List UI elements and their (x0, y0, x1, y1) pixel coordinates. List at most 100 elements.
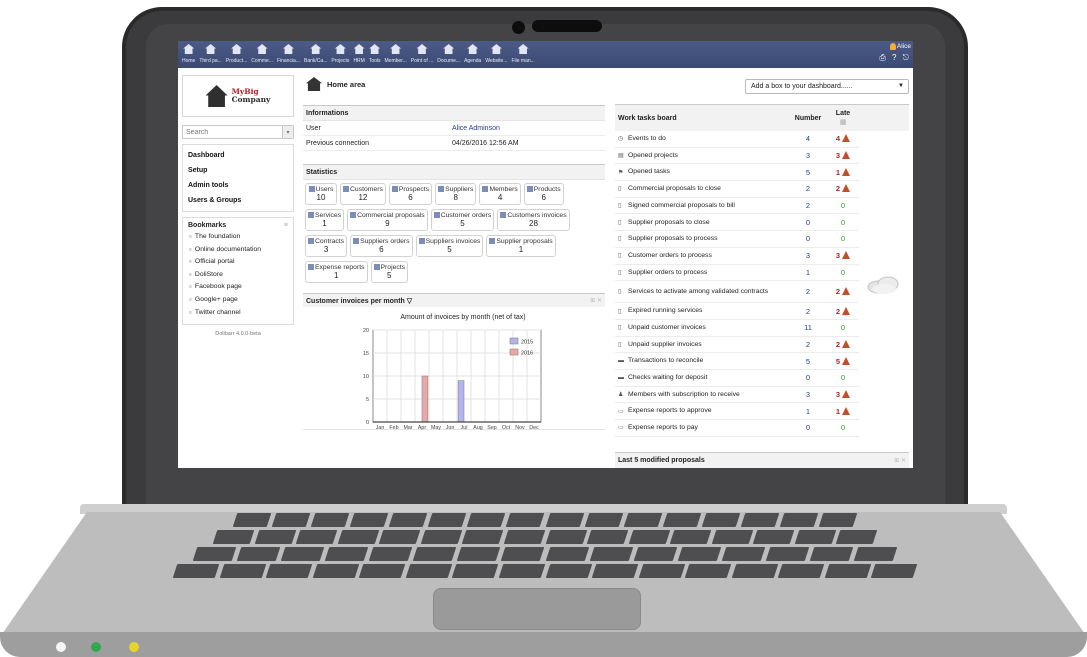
bookmark-item[interactable]: ≡ Online documentation (188, 244, 288, 257)
task-number[interactable]: 5 (788, 168, 828, 177)
work-task-row[interactable]: ▯ Supplier proposals to process 0 0 (615, 231, 859, 248)
company-logo[interactable]: MyBig Company (182, 75, 294, 117)
stat-box[interactable]: Suppliers 8 (435, 183, 477, 205)
menu-item-documents[interactable]: Docume... (435, 41, 462, 68)
home-icon (306, 77, 322, 91)
stat-box[interactable]: Projects 5 (370, 261, 409, 283)
bookmarks-edit-icon[interactable]: ≡ (284, 221, 288, 231)
menu-item-hrm[interactable]: HRM (351, 41, 366, 68)
stat-icon (418, 238, 425, 244)
menu-item-home[interactable]: Home (180, 41, 197, 68)
task-late-value: 0 (840, 201, 846, 211)
stat-box[interactable]: Suppliers orders 6 (350, 235, 413, 257)
work-task-row[interactable]: ▯ Customer orders to process 3 3 (615, 248, 859, 265)
bookmark-item[interactable]: ≡ The foundation (188, 231, 288, 244)
menu-item-financial[interactable]: Financia... (275, 41, 302, 68)
add-box-select[interactable]: Add a box to your dashboard...... ▼ (745, 79, 909, 94)
left-menu-item[interactable]: Setup (188, 163, 288, 178)
stat-box[interactable]: Supplier proposals 1 (486, 235, 556, 257)
bookmark-item[interactable]: ≡ DoliStore (188, 269, 288, 282)
user-tools[interactable]: ⎙ ? ⎋ (879, 53, 911, 63)
stat-box[interactable]: Expense reports 1 (305, 261, 368, 283)
chart-box-title[interactable]: Customer invoices per month ▽ (306, 297, 412, 305)
menu-item-thirdparty[interactable]: Third pa... (197, 41, 224, 68)
work-task-row[interactable]: ▯ Commercial proposals to close 2 2 (615, 181, 859, 198)
stat-label: Prospects (391, 186, 429, 193)
stat-box[interactable]: Customers 12 (340, 183, 386, 205)
menu-item-pos[interactable]: Point of ... (409, 41, 436, 68)
task-number[interactable]: 0 (788, 234, 828, 243)
bookmark-item[interactable]: ≡ Facebook page (188, 281, 288, 294)
task-number[interactable]: 2 (788, 184, 828, 193)
stat-box[interactable]: Products 6 (523, 183, 564, 205)
work-task-row[interactable]: ▯ Services to activate among validated co… (615, 281, 859, 304)
work-task-row[interactable]: ▬ Checks waiting for deposit 0 0 (615, 370, 859, 387)
task-number[interactable]: 2 (788, 340, 828, 349)
menu-item-website[interactable]: Website... (483, 41, 509, 68)
menu-item-tools[interactable]: Tools (367, 41, 383, 68)
info-key: User (306, 124, 321, 132)
stat-box[interactable]: Customer orders 5 (430, 209, 495, 231)
task-number[interactable]: 3 (788, 390, 828, 399)
task-number[interactable]: 11 (788, 323, 828, 332)
task-number[interactable]: 2 (788, 307, 828, 316)
stat-box[interactable]: Commercial proposals 9 (347, 209, 428, 231)
menu-item-bank[interactable]: Bank/Ca... (302, 41, 329, 68)
work-task-row[interactable]: ▯ Unpaid customer invoices 11 0 (615, 320, 859, 337)
webcam (512, 21, 525, 34)
menu-item-projects[interactable]: Projects (329, 41, 351, 68)
user-link[interactable]: Alice Adminson (452, 125, 500, 132)
stat-box[interactable]: Users 10 (305, 183, 337, 205)
search-input[interactable] (182, 125, 283, 139)
stat-value: 9 (385, 219, 390, 228)
task-number[interactable]: 0 (788, 373, 828, 382)
work-task-row[interactable]: ▭ Expense reports to pay 0 0 (615, 420, 859, 437)
menu-item-commercial[interactable]: Comme... (249, 41, 275, 68)
left-menu-item[interactable]: Users & Groups (188, 193, 288, 208)
left-menu-item[interactable]: Dashboard (188, 148, 288, 163)
box-controls[interactable]: ⊞ ✕ (894, 457, 906, 464)
task-number[interactable]: 3 (788, 251, 828, 260)
task-number[interactable]: 0 (788, 218, 828, 227)
bookmark-item[interactable]: ≡ Official portal (188, 256, 288, 269)
user-menu[interactable]: Alice (879, 43, 911, 50)
work-task-row[interactable]: ▯ Unpaid supplier invoices 2 2 (615, 337, 859, 354)
work-task-row[interactable]: ▯ Supplier orders to process 1 0 (615, 265, 859, 282)
task-late-value: 3 (835, 151, 841, 161)
task-number[interactable]: 2 (788, 287, 828, 296)
work-task-row[interactable]: ◷ Events to do 4 4 (615, 131, 859, 148)
work-task-row[interactable]: ▯ Signed commercial proposals to bill 2 0 (615, 198, 859, 215)
task-number[interactable]: 0 (788, 423, 828, 432)
stat-box[interactable]: Customers invoices 28 (497, 209, 570, 231)
menu-item-agenda[interactable]: Agenda (462, 41, 483, 68)
work-task-row[interactable]: ▤ Opened projects 3 3 (615, 148, 859, 165)
work-task-row[interactable]: ▯ Expired running services 2 2 (615, 303, 859, 320)
work-task-row[interactable]: ⚑ Opened tasks 5 1 (615, 164, 859, 182)
task-number[interactable]: 1 (788, 268, 828, 277)
stat-box[interactable]: Services 1 (305, 209, 345, 231)
task-number[interactable]: 2 (788, 201, 828, 210)
bar-2016-Apr (421, 375, 429, 423)
y-tick-label: 15 (363, 351, 369, 357)
left-menu-item[interactable]: Admin tools (188, 178, 288, 193)
laptop-scene: Home Third pa... Product... Comme... Financi… (0, 0, 1087, 657)
bookmark-item[interactable]: ≡ Google+ page (188, 294, 288, 307)
menu-item-members[interactable]: Member... (383, 41, 409, 68)
stat-box[interactable]: Members 4 (479, 183, 521, 205)
stat-box[interactable]: Contracts 3 (305, 235, 348, 257)
work-task-row[interactable]: ▭ Expense reports to approve 1 1 (615, 403, 859, 420)
work-task-row[interactable]: ♟ Members with subscription to receive 3 3 (615, 387, 859, 404)
work-task-row[interactable]: ▬ Transactions to reconcile 5 5 (615, 353, 859, 370)
work-task-row[interactable]: ▯ Supplier proposals to close 0 0 (615, 214, 859, 232)
stat-box[interactable]: Prospects 6 (388, 183, 433, 205)
menu-item-filemanager[interactable]: File man... (509, 41, 536, 68)
bookmark-item[interactable]: ≡ Twitter channel (188, 307, 288, 320)
task-number[interactable]: 5 (788, 357, 828, 366)
stat-box[interactable]: Suppliers invoices 5 (415, 235, 484, 257)
task-number[interactable]: 4 (788, 134, 828, 143)
search-dropdown-button[interactable]: ▾ (283, 125, 294, 139)
task-number[interactable]: 1 (788, 407, 828, 416)
box-controls[interactable]: ⊞ ✕ (590, 297, 602, 304)
menu-item-product[interactable]: Product... (224, 41, 249, 68)
task-number[interactable]: 3 (788, 151, 828, 160)
